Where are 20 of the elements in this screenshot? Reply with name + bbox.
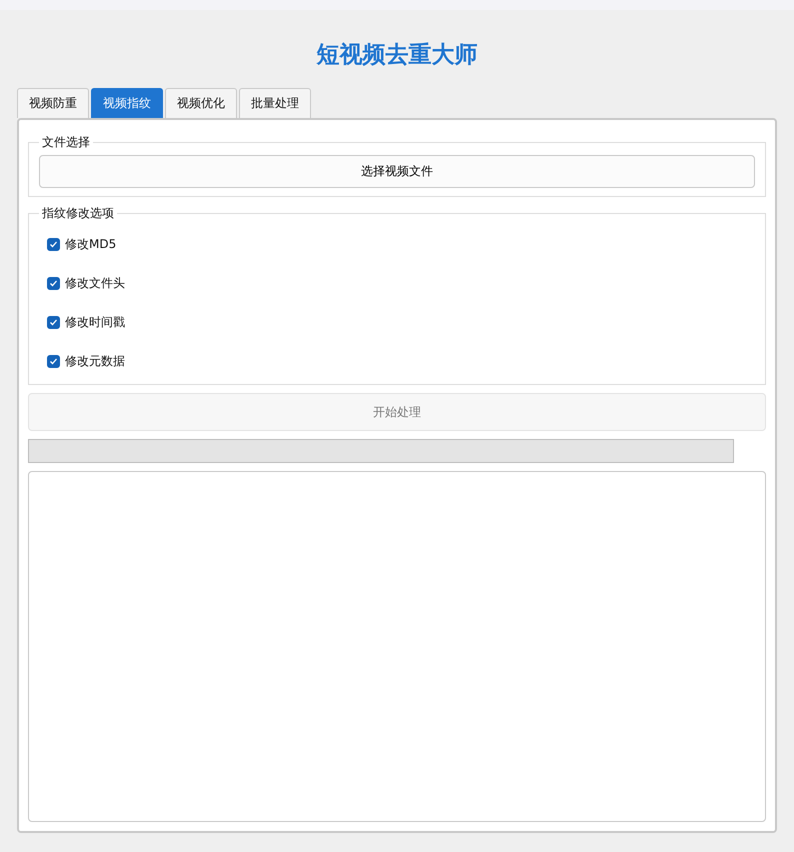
checkbox[interactable] xyxy=(47,355,60,368)
tab[interactable]: 视频防重 xyxy=(17,88,89,118)
tab[interactable]: 批量处理 xyxy=(239,88,311,118)
checkbox-label: 修改时间戳 xyxy=(65,314,125,331)
checkbox[interactable] xyxy=(47,238,60,251)
group-title: 指纹修改选项 xyxy=(41,205,115,222)
app-title: 短视频去重大师 xyxy=(315,41,478,70)
select-file-button[interactable]: 选择视频文件 xyxy=(39,155,755,188)
check-icon xyxy=(49,279,58,288)
tab[interactable]: 视频优化 xyxy=(165,88,237,118)
check-icon xyxy=(49,318,58,327)
checkbox-label: 修改文件头 xyxy=(65,275,125,292)
checkbox-label: 修改元数据 xyxy=(65,353,125,370)
tab[interactable]: 视频指纹 xyxy=(91,88,163,118)
checkbox-label: 修改MD5 xyxy=(65,236,116,253)
check-icon xyxy=(49,240,58,249)
checkbox[interactable] xyxy=(47,316,60,329)
checkbox[interactable] xyxy=(47,277,60,290)
group-title: 文件选择 xyxy=(41,134,91,151)
check-icon xyxy=(49,357,58,366)
